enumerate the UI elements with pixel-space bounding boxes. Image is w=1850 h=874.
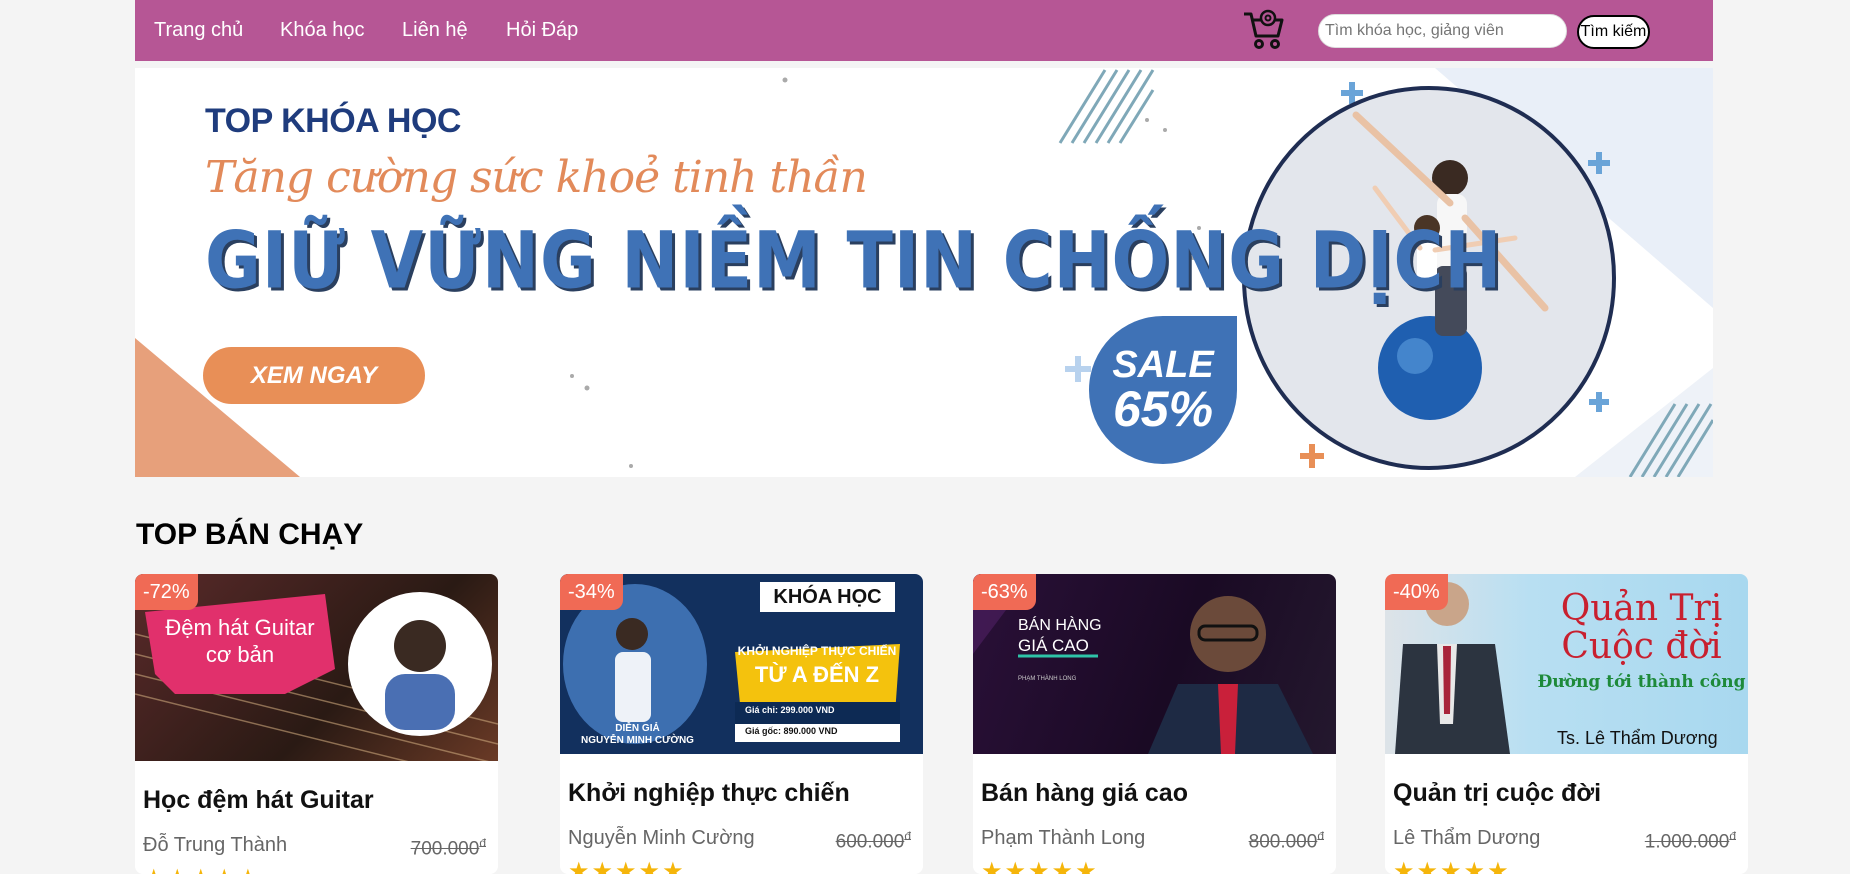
rating-stars: ★★★★★ [1393, 858, 1511, 874]
sale-badge: SALE 65% [1089, 316, 1237, 464]
thumb-caption: Đường tới thành công [1537, 672, 1746, 692]
top-navbar: Trang chủ Khóa học Liên hệ Hỏi Đáp Tìm k… [135, 0, 1713, 61]
course-title[interactable]: Quản trị cuộc đời [1393, 779, 1601, 808]
discount-badge: -34% [560, 574, 623, 610]
course-author: Đỗ Trung Thành [143, 834, 288, 856]
thumb-caption: KHÓA HỌC [760, 582, 895, 612]
search-input[interactable] [1318, 14, 1567, 48]
thumb-caption: Cuộc đời [1561, 626, 1722, 667]
promo-banner[interactable]: TOP KHÓA HỌC Tăng cường sức khoẻ tinh th… [135, 68, 1713, 477]
course-card[interactable]: KHÓA HỌC KHỞI NGHIỆP THỰC CHIẾN TỪ A ĐẾN… [560, 574, 923, 874]
banner-headline: GIỮ VỮNG NIỀM TIN CHỐNG DỊCH [205, 216, 1503, 307]
nav-item-contact[interactable]: Liên hệ [402, 19, 468, 42]
course-title[interactable]: Khởi nghiệp thực chiến [568, 779, 850, 808]
sale-word: SALE [1112, 344, 1214, 386]
section-title: TOP BÁN CHẠY [136, 518, 364, 551]
banner-kicker: TOP KHÓA HỌC [205, 102, 461, 140]
thumb-caption: DIỄN GIẢ [615, 723, 660, 734]
thumb-caption: NGUYỄN MINH CƯỜNG [581, 735, 694, 746]
thumb-caption: Ts. Lê Thẩm Dương [1557, 728, 1718, 748]
course-old-price: 600.000đ [835, 829, 911, 853]
sale-percent: 65% [1112, 381, 1214, 437]
thumb-caption: cơ bản [205, 642, 275, 667]
thumb-caption: Quản Trị [1560, 588, 1723, 629]
rating-stars: ★★★★★ [981, 858, 1099, 874]
course-card[interactable]: BÁN HÀNG GIÁ CAO PHẠM THÀNH LONG -63% Bá… [973, 574, 1336, 874]
discount-badge: -40% [1385, 574, 1448, 610]
rating-stars: ★★★★★ [568, 858, 686, 874]
course-old-price: 800.000đ [1248, 829, 1324, 853]
discount-badge: -72% [135, 574, 198, 610]
course-author: Lê Thẩm Dương [1393, 827, 1541, 849]
course-title[interactable]: Bán hàng giá cao [981, 779, 1188, 808]
thumb-caption: Đệm hát Guitar [165, 615, 315, 640]
course-old-price: 1.000.000đ [1644, 829, 1736, 853]
rating-stars: ★★★★★ [143, 864, 261, 874]
thumb-caption: TỪ A ĐẾN Z [754, 662, 880, 687]
thumb-caption: PHẠM THÀNH LONG [1018, 676, 1077, 682]
course-title[interactable]: Học đệm hát Guitar [143, 786, 374, 815]
nav-item-home[interactable]: Trang chủ [154, 19, 243, 42]
course-old-price: 700.000đ [410, 836, 486, 860]
search-button[interactable]: Tìm kiếm [1577, 15, 1650, 49]
nav-item-courses[interactable]: Khóa học [280, 19, 365, 42]
course-author: Phạm Thành Long [981, 827, 1146, 849]
course-author: Nguyễn Minh Cường [568, 827, 755, 849]
thumb-caption: BÁN HÀNG [1018, 617, 1102, 634]
shopping-cart-icon[interactable] [1241, 6, 1287, 52]
course-card[interactable]: Đệm hát Guitar cơ bản -72% Học đệm hát G… [135, 574, 498, 874]
discount-badge: -63% [973, 574, 1036, 610]
nav-item-qa[interactable]: Hỏi Đáp [506, 19, 578, 42]
banner-script-line: Tăng cường sức khoẻ tinh thần [205, 152, 868, 203]
course-card[interactable]: Quản Trị Cuộc đời Đường tới thành công T… [1385, 574, 1748, 874]
thumb-caption: KHỞI NGHIỆP THỰC CHIẾN [737, 644, 897, 658]
thumb-caption: Giá chỉ: 299.000 VND [745, 705, 835, 715]
thumb-caption: Giá gốc: 890.000 VND [745, 726, 838, 736]
thumb-caption: GIÁ CAO [1018, 636, 1089, 655]
banner-cta-button[interactable]: XEM NGAY [203, 347, 425, 404]
